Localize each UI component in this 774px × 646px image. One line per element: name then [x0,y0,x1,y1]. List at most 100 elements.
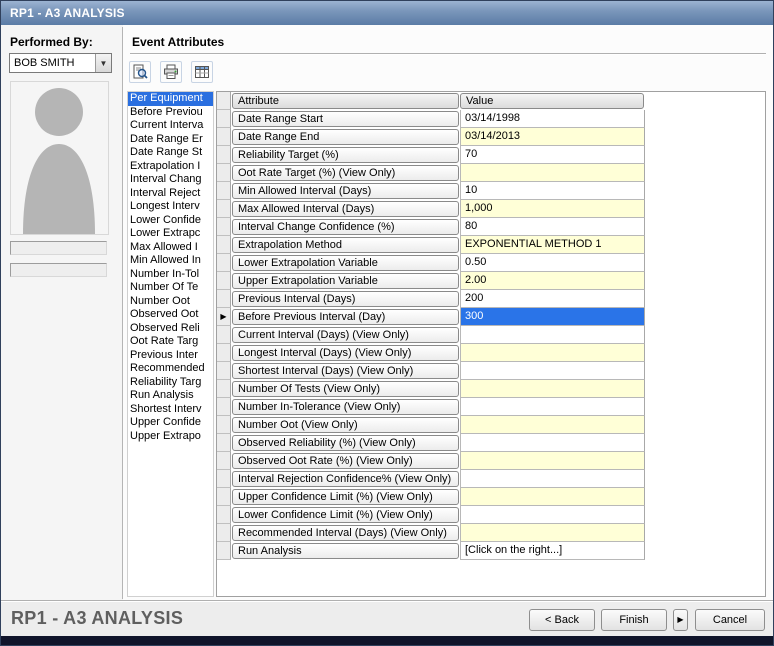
list-item[interactable]: Current Interva [128,119,213,133]
row-selector-cell[interactable] [217,200,231,218]
list-item[interactable]: Max Allowed I [128,241,213,255]
value-cell[interactable]: [Click on the right...] [460,542,645,560]
list-item[interactable]: Lower Extrapc [128,227,213,241]
value-cell[interactable] [460,398,645,416]
attribute-cell[interactable]: Interval Change Confidence (%) [231,218,460,236]
list-item[interactable]: Oot Rate Targ [128,335,213,349]
row-selector-cell[interactable] [217,218,231,236]
current-row-marker[interactable]: ▶ [217,308,231,326]
value-cell[interactable] [460,452,645,470]
attribute-cell[interactable]: Upper Confidence Limit (%) (View Only) [231,488,460,506]
row-selector-cell[interactable] [217,488,231,506]
row-selector-cell[interactable] [217,416,231,434]
grid-view-button[interactable] [191,61,213,83]
list-item[interactable]: Upper Extrapo [128,430,213,444]
value-cell[interactable] [460,326,645,344]
attribute-cell[interactable]: Extrapolation Method [231,236,460,254]
row-selector-cell[interactable] [217,326,231,344]
attribute-cell[interactable]: Upper Extrapolation Variable [231,272,460,290]
attribute-cell[interactable]: Shortest Interval (Days) (View Only) [231,362,460,380]
attribute-cell[interactable]: Lower Confidence Limit (%) (View Only) [231,506,460,524]
value-cell[interactable] [460,164,645,182]
back-button[interactable]: < Back [529,609,595,631]
row-selector-cell[interactable] [217,290,231,308]
list-item[interactable]: Date Range Er [128,133,213,147]
list-item[interactable]: Extrapolation I [128,160,213,174]
list-item[interactable]: Observed Oot [128,308,213,322]
value-cell[interactable] [460,362,645,380]
value-cell[interactable]: 80 [460,218,645,236]
list-item[interactable]: Observed Reli [128,322,213,336]
row-selector-cell[interactable] [217,398,231,416]
list-item[interactable]: Upper Confide [128,416,213,430]
row-selector-cell[interactable] [217,470,231,488]
row-selector-cell[interactable] [217,236,231,254]
row-selector-cell[interactable] [217,506,231,524]
list-item[interactable]: Date Range St [128,146,213,160]
attribute-cell[interactable]: Date Range End [231,128,460,146]
value-cell[interactable]: 70 [460,146,645,164]
list-item[interactable]: Reliability Targ [128,376,213,390]
row-selector-cell[interactable] [217,380,231,398]
value-cell[interactable]: 0.50 [460,254,645,272]
row-selector-cell[interactable] [217,434,231,452]
value-cell[interactable] [460,470,645,488]
value-cell[interactable]: 1,000 [460,200,645,218]
value-cell[interactable]: 10 [460,182,645,200]
value-cell[interactable] [460,434,645,452]
attribute-cell[interactable]: Max Allowed Interval (Days) [231,200,460,218]
row-selector-cell[interactable] [217,452,231,470]
print-button[interactable] [160,61,182,83]
chevron-down-icon[interactable]: ▼ [95,54,111,72]
attribute-cell[interactable]: Previous Interval (Days) [231,290,460,308]
value-cell[interactable] [460,380,645,398]
attribute-cell[interactable]: Current Interval (Days) (View Only) [231,326,460,344]
attribute-cell[interactable]: Number Oot (View Only) [231,416,460,434]
attribute-cell[interactable]: Longest Interval (Days) (View Only) [231,344,460,362]
row-selector-cell[interactable] [217,524,231,542]
value-cell[interactable] [460,524,645,542]
value-cell[interactable]: 03/14/2013 [460,128,645,146]
row-selector-cell[interactable] [217,344,231,362]
row-selector-cell[interactable] [217,362,231,380]
row-selector-cell[interactable] [217,146,231,164]
row-selector-cell[interactable] [217,254,231,272]
row-selector-cell[interactable] [217,272,231,290]
performed-by-dropdown[interactable]: BOB SMITH ▼ [9,53,112,73]
attribute-cell[interactable]: Observed Oot Rate (%) (View Only) [231,452,460,470]
next-arrow-button[interactable]: ▶ [673,609,688,631]
value-cell[interactable]: 300 [460,308,645,326]
row-selector-cell[interactable] [217,128,231,146]
cancel-button[interactable]: Cancel [695,609,765,631]
attribute-cell[interactable]: Recommended Interval (Days) (View Only) [231,524,460,542]
value-cell[interactable] [460,344,645,362]
attribute-cell[interactable]: Run Analysis [231,542,460,560]
value-cell[interactable]: 200 [460,290,645,308]
list-item[interactable]: Interval Reject [128,187,213,201]
attribute-cell[interactable]: Number Of Tests (View Only) [231,380,460,398]
list-item[interactable]: Longest Interv [128,200,213,214]
list-item[interactable]: Per Equipment [128,92,213,106]
attribute-cell[interactable]: Min Allowed Interval (Days) [231,182,460,200]
row-selector-cell[interactable] [217,542,231,560]
print-preview-button[interactable] [129,61,151,83]
list-item[interactable]: Recommended [128,362,213,376]
attribute-cell[interactable]: Interval Rejection Confidence% (View Onl… [231,470,460,488]
value-cell[interactable]: 03/14/1998 [460,110,645,128]
value-cell[interactable] [460,506,645,524]
list-item[interactable]: Number Oot [128,295,213,309]
list-item[interactable]: Number Of Te [128,281,213,295]
value-cell[interactable] [460,416,645,434]
list-item[interactable]: Interval Chang [128,173,213,187]
row-selector-cell[interactable] [217,164,231,182]
attribute-cell[interactable]: Lower Extrapolation Variable [231,254,460,272]
value-column-header[interactable]: Value [460,92,645,110]
value-cell[interactable] [460,488,645,506]
value-cell[interactable]: 2.00 [460,272,645,290]
value-cell[interactable]: EXPONENTIAL METHOD 1 [460,236,645,254]
list-item[interactable]: Run Analysis [128,389,213,403]
attribute-cell[interactable]: Oot Rate Target (%) (View Only) [231,164,460,182]
attribute-cell[interactable]: Date Range Start [231,110,460,128]
title-bar[interactable]: RP1 - A3 ANALYSIS [1,1,773,25]
list-item[interactable]: Before Previou [128,106,213,120]
